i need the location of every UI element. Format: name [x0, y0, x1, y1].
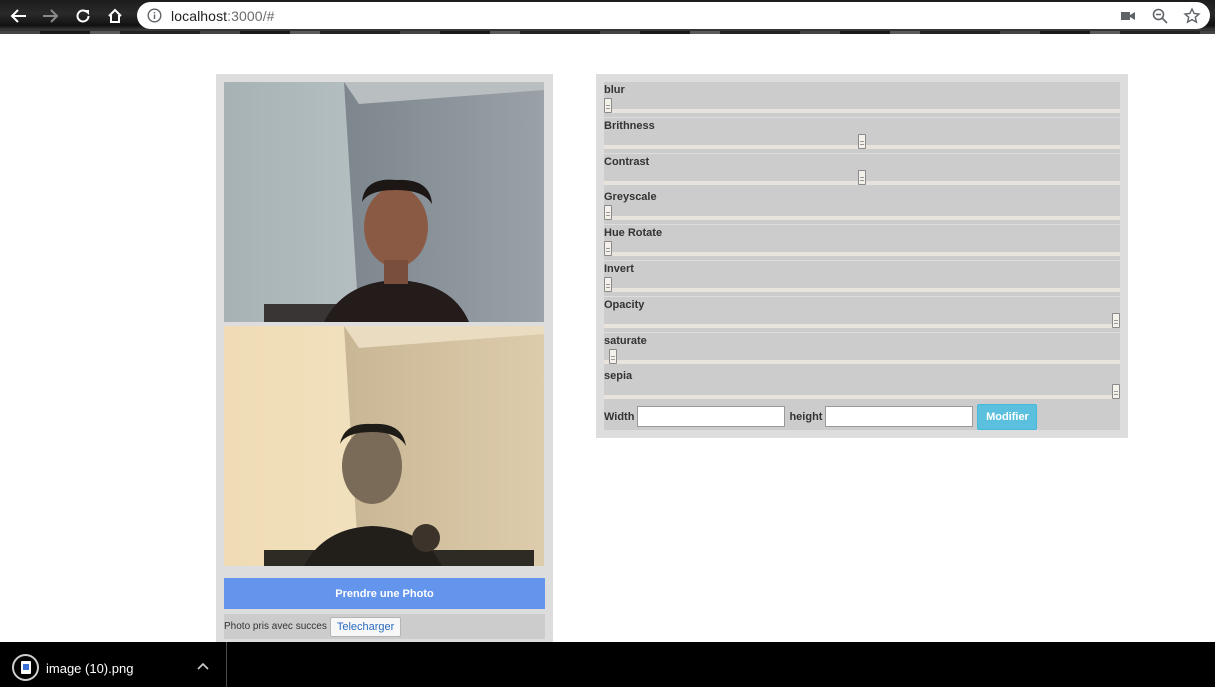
info-icon[interactable]: [147, 8, 162, 23]
width-input[interactable]: [637, 406, 786, 427]
browser-toolbar: localhost:3000/#: [0, 0, 1215, 34]
download-shelf: image (10).png: [0, 642, 1215, 687]
filter-sepia: sepia: [604, 368, 1120, 403]
slider-thumb[interactable]: [604, 277, 612, 292]
live-video: [224, 82, 544, 322]
filter-blur: blur: [604, 82, 1120, 117]
opacity-slider[interactable]: [604, 313, 1120, 328]
height-label: height: [789, 410, 823, 423]
filter-contrast: Contrast: [604, 154, 1120, 189]
forward-arrow-icon[interactable]: [38, 5, 62, 27]
filter-brightness: Brithness: [604, 118, 1120, 153]
chevron-up-icon[interactable]: [196, 660, 210, 672]
filter-label: sepia: [604, 370, 633, 382]
download-file-name: image (10).png: [46, 661, 134, 676]
capture-status-text: Photo pris avec succes: [224, 621, 327, 632]
filter-label: Greyscale: [604, 191, 657, 203]
take-photo-button[interactable]: Prendre une Photo: [224, 578, 545, 609]
filter-label: Invert: [604, 263, 634, 275]
home-icon[interactable]: [103, 5, 127, 27]
url-text[interactable]: localhost:3000/#: [171, 8, 275, 24]
slider-thumb[interactable]: [1112, 384, 1120, 399]
saturate-slider[interactable]: [604, 349, 1120, 364]
contrast-slider[interactable]: [604, 170, 1120, 185]
blur-slider[interactable]: [604, 98, 1120, 113]
width-label: Width: [604, 410, 635, 423]
filter-opacity: Opacity: [604, 297, 1120, 332]
image-file-icon: [12, 654, 39, 681]
download-button[interactable]: Telecharger: [329, 616, 402, 637]
download-item[interactable]: image (10).png: [0, 642, 227, 687]
filter-hue-rotate: Hue Rotate: [604, 225, 1120, 260]
filter-greyscale: Greyscale: [604, 189, 1120, 224]
captured-photo: [224, 326, 544, 566]
zoom-out-icon[interactable]: [1151, 7, 1169, 25]
address-bar[interactable]: localhost:3000/#: [137, 2, 1210, 29]
back-arrow-icon[interactable]: [7, 5, 31, 27]
filter-label: Brithness: [604, 120, 655, 132]
hue-rotate-slider[interactable]: [604, 241, 1120, 256]
slider-thumb[interactable]: [1112, 313, 1120, 328]
slider-thumb[interactable]: [604, 98, 612, 113]
capture-status-row: Photo pris avec succes Telecharger: [224, 614, 545, 639]
filter-label: blur: [604, 84, 625, 96]
invert-slider[interactable]: [604, 277, 1120, 292]
camera-icon[interactable]: [1119, 7, 1137, 25]
slider-thumb[interactable]: [604, 205, 612, 220]
filter-label: Contrast: [604, 156, 650, 168]
sepia-slider[interactable]: [604, 384, 1120, 399]
reload-icon[interactable]: [71, 5, 95, 27]
height-input[interactable]: [825, 406, 974, 427]
greyscale-slider[interactable]: [604, 205, 1120, 220]
filter-label: Opacity: [604, 299, 645, 311]
star-icon[interactable]: [1183, 7, 1201, 25]
filter-saturate: saturate: [604, 333, 1120, 368]
brightness-slider[interactable]: [604, 134, 1120, 149]
slider-thumb[interactable]: [858, 134, 866, 149]
filter-label: Hue Rotate: [604, 227, 663, 239]
filter-label: saturate: [604, 335, 647, 347]
slider-thumb[interactable]: [604, 241, 612, 256]
slider-thumb[interactable]: [858, 170, 866, 185]
size-row: Width height Modifier: [604, 403, 1120, 430]
filter-invert: Invert: [604, 261, 1120, 296]
slider-thumb[interactable]: [609, 349, 618, 364]
modify-button[interactable]: Modifier: [977, 403, 1038, 430]
